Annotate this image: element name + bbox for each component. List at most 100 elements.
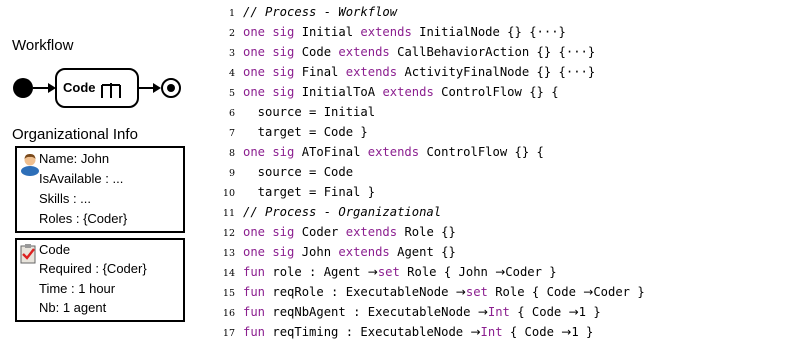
line-number: 2 xyxy=(228,28,235,39)
arrow-symbol: → xyxy=(583,285,594,299)
code-token: 1 } xyxy=(578,305,601,319)
code-token: ControlFlow {} { xyxy=(419,145,544,159)
person-icon xyxy=(21,153,39,176)
line-number: 3 xyxy=(228,48,235,59)
action-node-label: Code xyxy=(63,80,96,95)
code-line: 9 source = Code xyxy=(215,162,353,182)
line-number: 4 xyxy=(228,68,235,79)
arrowhead-icon xyxy=(48,83,56,93)
code-keyword: Int xyxy=(487,305,510,319)
code-comment: // Process - Organizational xyxy=(243,205,442,219)
code-token: Final xyxy=(294,65,346,79)
code-keyword: one sig xyxy=(243,145,295,159)
line-number: 10 xyxy=(222,188,235,199)
agent-info-box: Name: John IsAvailable : ... Skills : ..… xyxy=(15,146,185,233)
code-line: 7 target = Code } xyxy=(215,122,368,142)
code-line: 1 // Process - Workflow xyxy=(215,2,397,22)
code-token: { Code xyxy=(502,325,562,339)
code-token: Code xyxy=(294,45,339,59)
agent-roles: Roles : {Coder} xyxy=(39,211,128,226)
task-info-box: Code Required : {Coder} Time : 1 hour Nb… xyxy=(15,238,185,322)
code-line: 6 source = Initial xyxy=(215,102,375,122)
line-number: 16 xyxy=(222,308,235,319)
code-token: Role {} xyxy=(397,225,456,239)
line-number: 1 xyxy=(228,8,235,19)
code-token: target = Code } xyxy=(243,125,368,139)
code-line: 14 fun role : Agent →set Role { John →Cod… xyxy=(215,262,557,282)
code-keyword: set xyxy=(377,265,400,279)
arrow-symbol: → xyxy=(455,285,466,299)
code-keyword: Int xyxy=(480,325,503,339)
code-token: Coder xyxy=(294,225,346,239)
code-token: reqNbAgent : ExecutableNode xyxy=(265,305,478,319)
code-token: { Code xyxy=(509,305,569,319)
task-time: Time : 1 hour xyxy=(39,281,116,296)
code-token: 1 } xyxy=(571,325,594,339)
arrow-symbol: → xyxy=(568,305,579,319)
diagram-panel: Workflow Code Organizational Info Name: … xyxy=(0,0,215,354)
arrow-symbol: → xyxy=(367,265,378,279)
code-token: John xyxy=(294,245,339,259)
code-keyword: fun xyxy=(243,285,266,299)
line-number: 11 xyxy=(222,208,235,219)
line-number: 6 xyxy=(228,108,235,119)
code-comment: // Process - Workflow xyxy=(243,5,398,19)
code-keyword: extends xyxy=(338,245,390,259)
code-keyword: fun xyxy=(243,265,266,279)
arrow-symbol: → xyxy=(470,325,481,339)
arrow-symbol: → xyxy=(495,265,506,279)
code-token: source = Initial xyxy=(243,105,376,119)
code-keyword: one sig xyxy=(243,65,295,79)
code-line: 5 one sig InitialToA extends ControlFlow … xyxy=(215,82,559,102)
agent-name: Name: John xyxy=(39,151,110,166)
line-number: 15 xyxy=(222,288,235,299)
code-line: 8 one sig AToFinal extends ControlFlow {}… xyxy=(215,142,544,162)
code-line: 11 // Process - Organizational xyxy=(215,202,441,222)
code-token: ActivityFinalNode {} {···} xyxy=(397,65,596,79)
code-keyword: one sig xyxy=(243,245,295,259)
code-token: Role { Code xyxy=(487,285,584,299)
line-number: 13 xyxy=(222,248,235,259)
code-keyword: fun xyxy=(243,305,266,319)
agent-available: IsAvailable : ... xyxy=(39,171,124,186)
agent-skills: Skills : ... xyxy=(39,191,92,206)
code-token: Coder } xyxy=(593,285,645,299)
code-keyword: extends xyxy=(382,85,434,99)
code-token: AToFinal xyxy=(294,145,368,159)
code-keyword: extends xyxy=(345,65,398,79)
arrowhead-icon xyxy=(153,83,161,93)
line-number: 17 xyxy=(222,328,235,339)
arrow-symbol: → xyxy=(561,325,572,339)
code-keyword: one sig xyxy=(243,25,295,39)
code-token: Initial xyxy=(294,25,361,39)
code-keyword: extends xyxy=(360,25,412,39)
code-line: 17 fun reqTiming : ExecutableNode →Int { … xyxy=(215,322,593,342)
code-token: Agent {} xyxy=(389,245,456,259)
code-keyword: one sig xyxy=(243,85,295,99)
code-token: ControlFlow {} { xyxy=(433,85,559,99)
code-token: reqRole : ExecutableNode xyxy=(265,285,456,299)
code-line: 3 one sig Code extends CallBehaviorAction… xyxy=(215,42,595,62)
final-node-dot xyxy=(167,84,175,92)
task-name: Code xyxy=(39,242,71,257)
line-number: 8 xyxy=(228,148,235,159)
code-token: reqTiming : ExecutableNode xyxy=(265,325,471,339)
code-keyword: extends xyxy=(367,145,420,159)
initial-node xyxy=(13,78,33,98)
code-token: role : Agent xyxy=(265,265,368,279)
code-token: InitialToA xyxy=(294,85,383,99)
code-keyword: extends xyxy=(345,225,398,239)
code-keyword: one sig xyxy=(243,225,295,239)
code-token: CallBehaviorAction {} {···} xyxy=(389,45,596,59)
workflow-title: Workflow xyxy=(12,37,74,54)
code-line: 15 fun reqRole : ExecutableNode →set Role… xyxy=(215,282,645,302)
line-number: 7 xyxy=(228,128,235,139)
task-nb: Nb: 1 agent xyxy=(39,300,107,315)
code-line: 16 fun reqNbAgent : ExecutableNode →Int {… xyxy=(215,302,601,322)
code-line: 10 target = Final } xyxy=(215,182,375,202)
code-line: 13 one sig John extends Agent {} xyxy=(215,242,456,262)
code-keyword: fun xyxy=(243,325,266,339)
arrow-symbol: → xyxy=(477,305,488,319)
code-keyword: one sig xyxy=(243,45,295,59)
clipboard-check-icon xyxy=(20,244,36,264)
